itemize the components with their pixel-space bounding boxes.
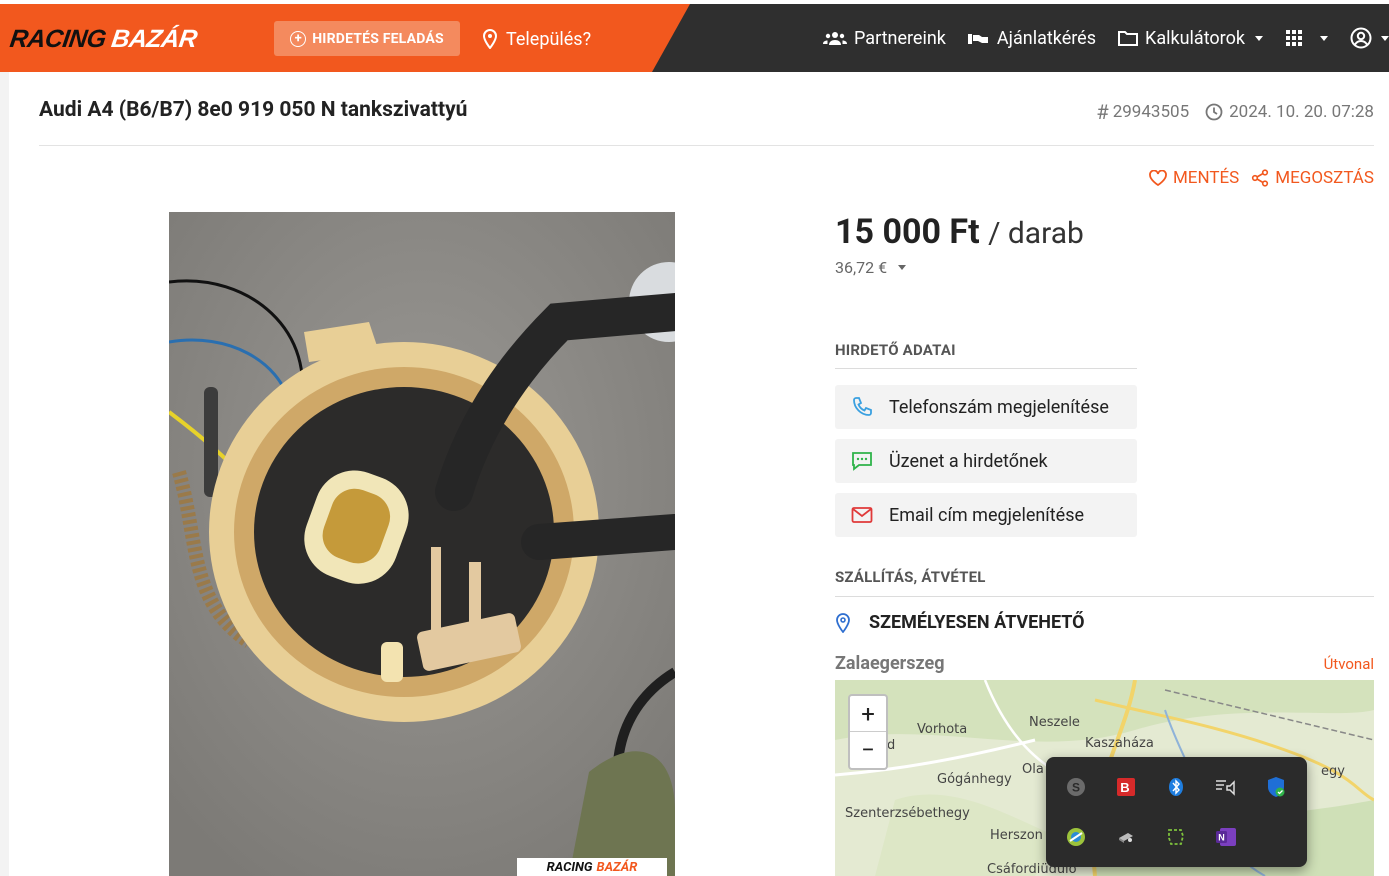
logo-part2: BAZÁR bbox=[109, 24, 199, 53]
chevron-down-icon bbox=[1320, 35, 1328, 41]
user-circle-icon bbox=[1350, 27, 1372, 49]
listing-id-value: 29943505 bbox=[1112, 102, 1190, 122]
price-unit: / darab bbox=[988, 216, 1084, 251]
map-zoom-control: + − bbox=[848, 694, 888, 770]
map-label-kaszahaza: Kaszaháza bbox=[1085, 736, 1154, 751]
nav-quote[interactable]: Ajánlatkérés bbox=[967, 27, 1097, 49]
personal-pickup: SZEMÉLYESEN ÁTVEHETŐ bbox=[835, 612, 1085, 633]
delivery-divider bbox=[835, 596, 1374, 597]
message-button[interactable]: Üzenet a hirdetőnek bbox=[835, 439, 1137, 483]
share-icon bbox=[1252, 169, 1269, 187]
handshake-icon bbox=[967, 34, 988, 44]
wm-part1: RACING bbox=[546, 859, 593, 875]
chevron-down-icon bbox=[898, 265, 907, 270]
price-value: 15 000 Ft bbox=[835, 212, 980, 252]
show-email-button[interactable]: Email cím megjelenítése bbox=[835, 493, 1137, 537]
listing-actions: MENTÉS MEGOSZTÁS bbox=[1149, 168, 1374, 188]
svg-text:N: N bbox=[1218, 833, 1225, 843]
main-nav: Partnereink Ajánlatkérés Kalkulátorok bbox=[823, 4, 1389, 72]
map-label-egy: egy bbox=[1321, 764, 1345, 779]
listing-title: Audi A4 (B6/B7) 8e0 919 050 N tankszivat… bbox=[39, 98, 468, 122]
chevron-down-icon bbox=[1255, 35, 1263, 41]
location-placeholder: Település? bbox=[506, 28, 592, 50]
onenote-icon[interactable]: N bbox=[1215, 826, 1237, 848]
phone-icon bbox=[853, 397, 872, 416]
foxit-icon[interactable]: B bbox=[1115, 776, 1137, 798]
clock-icon bbox=[1205, 103, 1223, 121]
grid-icon bbox=[1286, 30, 1302, 46]
location-search[interactable]: Település? bbox=[482, 26, 591, 52]
nav-apps-menu[interactable] bbox=[1285, 29, 1328, 47]
nav-calculators[interactable]: Kalkulátorok bbox=[1118, 28, 1263, 49]
photo-watermark: RACING BAZÁR bbox=[517, 858, 667, 876]
fuel-pump-image bbox=[169, 212, 675, 876]
map-label-neszele: Neszele bbox=[1029, 715, 1080, 730]
chevron-down-icon bbox=[1381, 35, 1389, 41]
message-label: Üzenet a hirdetőnek bbox=[889, 450, 1048, 472]
nav-quote-label: Ajánlatkérés bbox=[996, 27, 1097, 49]
price-eur-dropdown[interactable]: 36,72 € bbox=[835, 258, 907, 277]
users-icon bbox=[823, 32, 848, 45]
advertiser-divider bbox=[835, 368, 1137, 369]
map-label-szenterzsebethegy: Szenterzsébethegy bbox=[845, 806, 970, 821]
show-email-label: Email cím megjelenítése bbox=[889, 504, 1085, 526]
map-label-vorhota: Vorhota bbox=[917, 722, 968, 737]
left-gutter bbox=[0, 72, 9, 876]
listing-date-value: 2024. 10. 20. 07:28 bbox=[1229, 102, 1374, 122]
map-pin-icon bbox=[482, 29, 498, 49]
listing-id: # 29943505 bbox=[1096, 100, 1189, 124]
nav-account-menu[interactable] bbox=[1350, 27, 1389, 49]
post-ad-button[interactable]: + HIRDETÉS FELADÁS bbox=[274, 21, 460, 56]
delivery-heading: SZÁLLÍTÁS, ÁTVÉTEL bbox=[835, 568, 986, 586]
zoom-out-button[interactable]: − bbox=[850, 732, 886, 768]
show-phone-button[interactable]: Telefonszám megjelenítése bbox=[835, 385, 1137, 429]
show-phone-label: Telefonszám megjelenítése bbox=[889, 396, 1109, 418]
save-button[interactable]: MENTÉS bbox=[1149, 168, 1239, 188]
svg-text:B: B bbox=[1120, 780, 1129, 795]
defender-icon[interactable] bbox=[1265, 776, 1287, 798]
bluetooth-icon[interactable] bbox=[1165, 776, 1187, 798]
post-ad-label: HIRDETÉS FELADÁS bbox=[312, 30, 444, 47]
folder-icon bbox=[1118, 31, 1139, 46]
snip-icon[interactable] bbox=[1165, 826, 1187, 848]
map-label-ola: Ola bbox=[1022, 762, 1044, 777]
nav-partners[interactable]: Partnereink bbox=[823, 28, 946, 49]
nav-calculators-label: Kalkulátorok bbox=[1145, 27, 1245, 49]
advertiser-heading: HIRDETŐ ADATAI bbox=[835, 341, 956, 359]
zoom-in-button[interactable]: + bbox=[850, 696, 886, 732]
save-label: MENTÉS bbox=[1172, 168, 1240, 188]
title-divider bbox=[39, 145, 1374, 146]
route-link[interactable]: Útvonal bbox=[1324, 655, 1374, 673]
network-drive-icon[interactable] bbox=[1115, 826, 1137, 848]
pickup-city: Zalaegerszeg bbox=[835, 653, 945, 674]
listing-photo[interactable]: RACING BAZÁR bbox=[169, 212, 675, 876]
listing-date: 2024. 10. 20. 07:28 bbox=[1205, 102, 1374, 122]
envelope-icon bbox=[851, 507, 873, 523]
map-pin-icon bbox=[836, 612, 850, 633]
share-button[interactable]: MEGOSZTÁS bbox=[1251, 168, 1374, 188]
audio-icon[interactable] bbox=[1215, 776, 1237, 798]
site-logo[interactable]: RACINGBAZÁR bbox=[8, 24, 199, 54]
map-label-herszon: Herszon bbox=[990, 828, 1043, 843]
map-label-d: d bbox=[887, 738, 896, 753]
logo-part1: RACING bbox=[8, 24, 108, 53]
svg-text:S: S bbox=[1072, 781, 1080, 795]
system-tray-popup: S B N bbox=[1046, 757, 1307, 867]
skype-icon[interactable]: S bbox=[1065, 776, 1087, 798]
share-label: MEGOSZTÁS bbox=[1275, 168, 1374, 188]
chat-icon bbox=[852, 452, 872, 471]
price: 15 000 Ft / darab bbox=[835, 212, 1084, 252]
greenshot-icon[interactable] bbox=[1065, 826, 1087, 848]
pickup-label: SZEMÉLYESEN ÁTVEHETŐ bbox=[869, 612, 1085, 633]
top-navbar: RACINGBAZÁR + HIRDETÉS FELADÁS Település… bbox=[0, 4, 1389, 72]
heart-icon bbox=[1149, 170, 1167, 186]
plus-circle-icon: + bbox=[290, 30, 307, 47]
nav-partners-label: Partnereink bbox=[854, 27, 946, 49]
map-label-goganhegy: Gógánhegy bbox=[937, 772, 1012, 787]
wm-part2: BAZÁR bbox=[596, 859, 638, 875]
hash-icon: # bbox=[1096, 100, 1109, 124]
listing-meta: # 29943505 2024. 10. 20. 07:28 bbox=[1096, 100, 1374, 124]
price-eur-value: 36,72 € bbox=[835, 258, 888, 277]
